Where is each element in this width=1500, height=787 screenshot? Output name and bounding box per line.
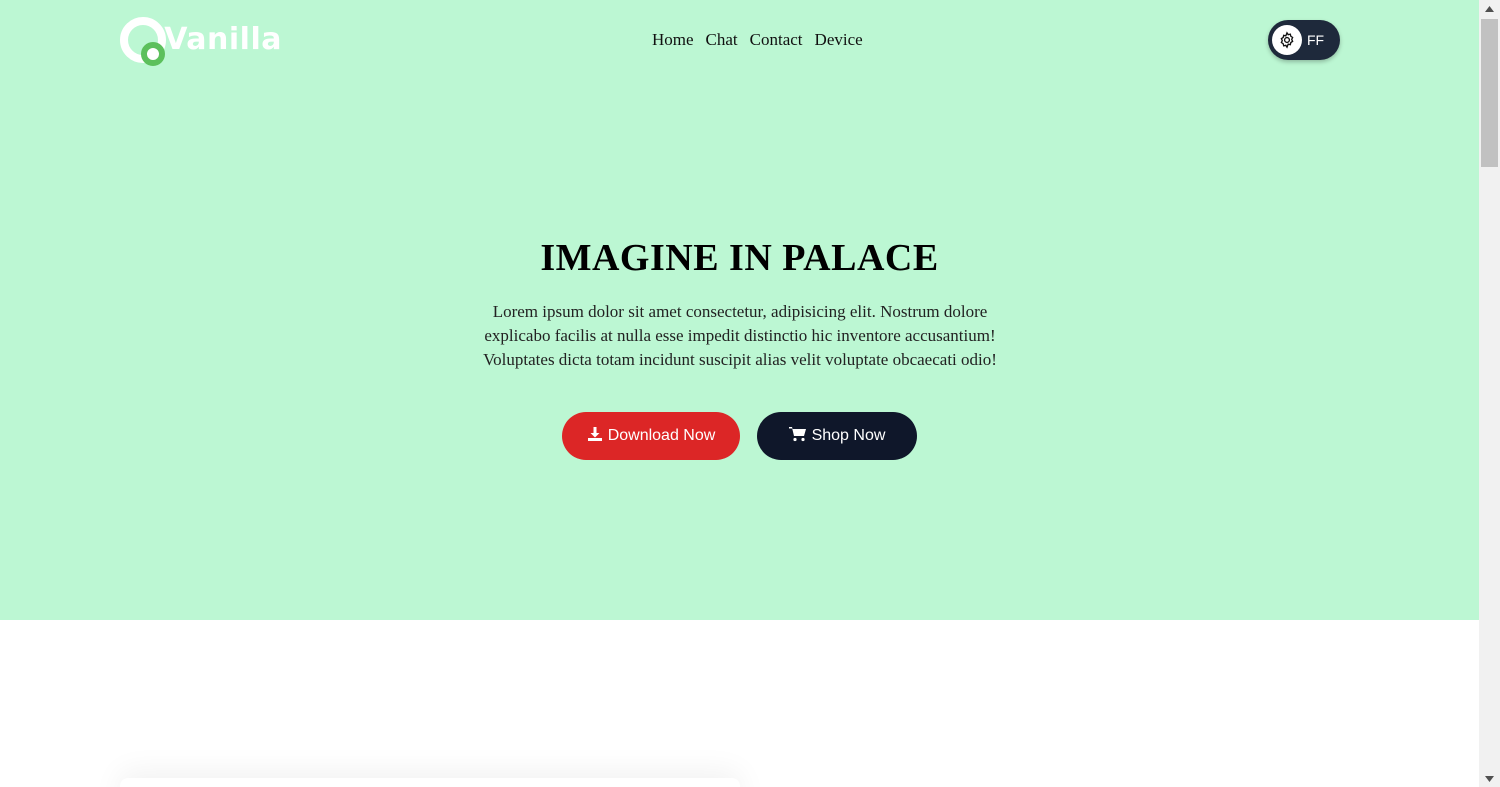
scroll-up-arrow-icon[interactable]	[1479, 0, 1500, 17]
cart-icon	[788, 426, 807, 447]
main-nav: Home Chat Contact Device	[652, 30, 863, 50]
logo-text: Vanilla	[164, 21, 282, 57]
gear-icon	[1272, 25, 1302, 55]
hero-description: Lorem ipsum dolor sit amet consectetur, …	[483, 302, 997, 369]
shop-now-button[interactable]: Shop Now	[757, 412, 917, 460]
hero-section: Vanilla Home Chat Contact Device FF IMAG…	[0, 0, 1479, 620]
page: Vanilla Home Chat Contact Device FF IMAG…	[0, 0, 1479, 787]
nav-item-device[interactable]: Device	[815, 30, 863, 50]
content-card	[120, 778, 740, 787]
theme-toggle-label: FF	[1307, 32, 1325, 48]
download-now-button[interactable]: Download Now	[562, 412, 740, 460]
nav-item-contact[interactable]: Contact	[750, 30, 803, 50]
nav-item-home[interactable]: Home	[652, 30, 694, 50]
logo-mark-icon	[120, 17, 166, 66]
hero-title: IMAGINE IN PALACE	[540, 237, 939, 279]
download-now-label: Download Now	[607, 427, 716, 444]
nav-item-chat[interactable]: Chat	[706, 30, 738, 50]
scroll-down-arrow-icon[interactable]	[1479, 770, 1500, 787]
logo[interactable]: Vanilla	[120, 16, 282, 66]
shop-now-label: Shop Now	[811, 427, 886, 444]
theme-toggle[interactable]: FF	[1268, 20, 1340, 60]
vertical-scrollbar[interactable]	[1479, 0, 1500, 787]
scrollbar-thumb[interactable]	[1481, 19, 1498, 167]
download-icon	[587, 426, 603, 447]
